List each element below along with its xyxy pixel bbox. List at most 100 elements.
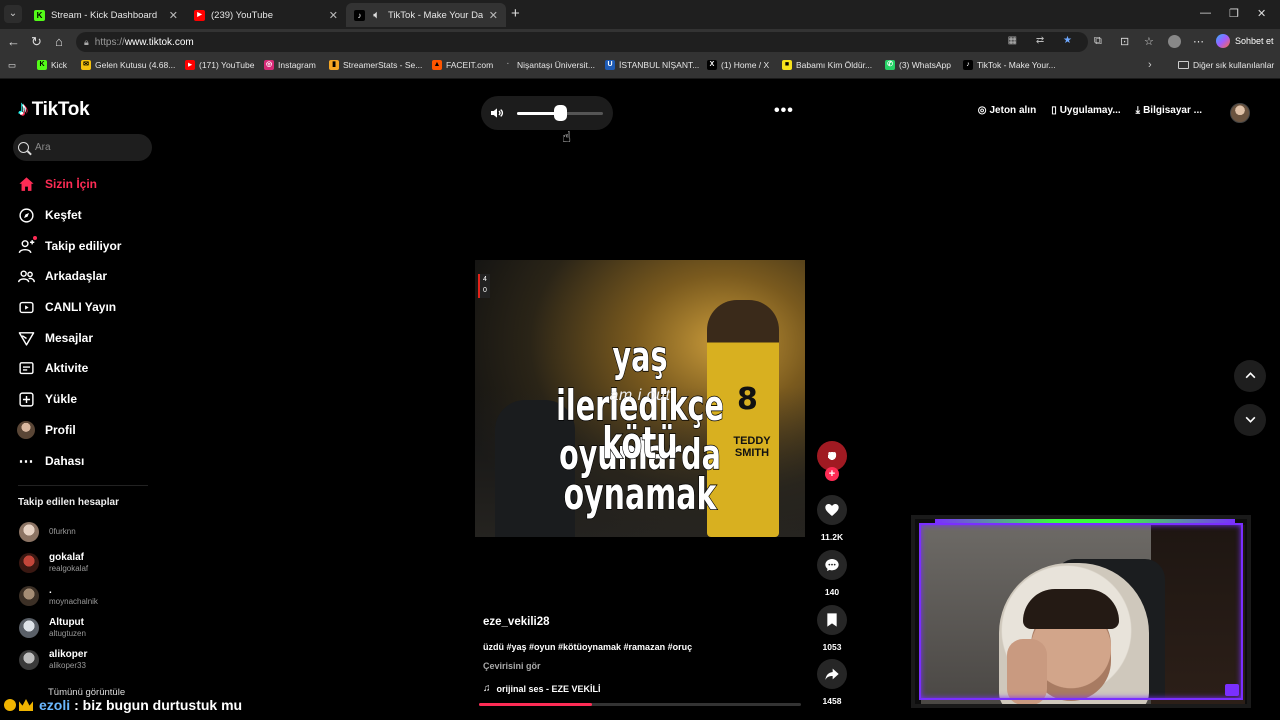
nav-upload[interactable]: Yükle	[17, 388, 77, 410]
address-bar[interactable]: 🔒︎ https://www.tiktok.com ▦ ⇄ ★	[76, 32, 1088, 52]
close-window-icon[interactable]: ✕	[1257, 7, 1266, 20]
bookmark-x[interactable]: X (1) Home / X	[707, 60, 769, 70]
copilot-button[interactable]: Sohbet et	[1216, 34, 1274, 48]
url-host: www.tiktok.com	[124, 36, 194, 48]
previous-video-button[interactable]	[1234, 360, 1266, 392]
bookmark-label: Instagram	[278, 60, 316, 70]
user-avatar[interactable]	[1230, 103, 1250, 123]
tiktok-logo[interactable]: ♪ TikTok	[18, 98, 90, 121]
split-screen-icon[interactable]: ⊡	[1120, 35, 1129, 48]
close-tab-icon[interactable]: ✕	[489, 9, 498, 22]
bookmark-label: TikTok - Make Your...	[977, 60, 1056, 70]
back-icon[interactable]: ←	[7, 34, 20, 50]
nav-explore[interactable]: Keşfet	[17, 204, 82, 226]
nav-profile[interactable]: Profil	[17, 419, 76, 441]
next-video-button[interactable]	[1234, 404, 1266, 436]
university-shield-icon: U	[605, 60, 615, 70]
nav-more[interactable]: ⋯ Dahası	[17, 450, 85, 472]
volume-slider[interactable]	[517, 105, 603, 121]
volume-icon[interactable]	[489, 105, 505, 124]
desktop-app-button[interactable]: ⤓ Bilgisayar ...	[1136, 105, 1202, 116]
tab-audio-icon[interactable]: 🔈︎	[371, 10, 382, 21]
new-tab-plus-icon[interactable]: +	[511, 6, 520, 22]
search-box[interactable]	[13, 134, 152, 161]
refresh-icon[interactable]: ↻	[31, 34, 42, 50]
following-icon	[17, 237, 35, 255]
bookmark-nisantasi[interactable]: · Nişantaşı Üniversit...	[503, 60, 595, 70]
comment-icon	[825, 559, 839, 571]
sidebar-toggle-icon[interactable]: ▭	[8, 60, 16, 71]
bookmarks-bar: ▭ K Kick ✉ Gelen Kutusu (4.68... ▶ (171) Yo…	[0, 55, 1280, 79]
search-icon[interactable]	[18, 142, 29, 153]
video-sound[interactable]: ♫ orijinal ses - EZE VEKİLİ	[483, 683, 601, 694]
address-bar-icons[interactable]: ▦ ⇄ ★	[1008, 35, 1080, 46]
settings-more-icon[interactable]: ⋯	[1193, 35, 1204, 48]
video-author[interactable]: eze_vekili28	[483, 616, 550, 628]
more-options-icon[interactable]: •••	[774, 102, 794, 120]
top-actions: ◎ Jeton alın ▯ Uygulamay... ⤓ Bilgisayar ..…	[963, 105, 1202, 116]
share-button[interactable]	[817, 659, 847, 689]
favorites-icon[interactable]: ☆	[1144, 35, 1154, 48]
get-app-button[interactable]: ▯ Uygulamay...	[1051, 105, 1120, 116]
chat-username: ezoli	[39, 697, 71, 713]
logo-text: TikTok	[31, 98, 90, 120]
bookmark-site-icon: ■	[782, 60, 792, 70]
copilot-icon	[1216, 34, 1230, 48]
bookmarks-overflow-chevron-icon[interactable]: ›	[1148, 59, 1152, 71]
avatar	[19, 553, 39, 573]
account-name: alikoper	[49, 649, 88, 660]
restore-icon[interactable]: ❐	[1229, 7, 1239, 20]
following-account[interactable]: gokalaf realgokalaf	[19, 549, 88, 577]
bookmark-instagram[interactable]: ◎ Instagram	[264, 60, 316, 70]
following-account[interactable]: 0furknn	[19, 518, 76, 546]
like-button[interactable]	[817, 495, 847, 525]
volume-knob[interactable]	[554, 105, 567, 121]
bookmark-tiktok[interactable]: ♪ TikTok - Make Your...	[963, 60, 1056, 70]
nav-label: Dahası	[45, 454, 85, 468]
bookmark-istanbul-nisantasi[interactable]: U İSTANBUL NİŞANT...	[605, 60, 699, 70]
tab-youtube[interactable]: ▶ (239) YouTube ✕	[186, 3, 346, 27]
nav-messages[interactable]: Mesajlar	[17, 327, 93, 349]
bookmark-whatsapp[interactable]: ✆ (3) WhatsApp	[885, 60, 951, 70]
minimize-icon[interactable]: —	[1200, 7, 1211, 19]
bookmark-kick[interactable]: K Kick	[37, 60, 67, 70]
bookmark-faceit[interactable]: ▲ FACEIT.com	[432, 60, 493, 70]
other-bookmarks-folder[interactable]: Diğer sık kullanılanlar	[1178, 60, 1274, 70]
follow-plus-icon[interactable]: +	[825, 467, 839, 481]
video-progress-bar[interactable]	[479, 703, 801, 706]
home-icon[interactable]: ⌂	[55, 34, 63, 50]
following-account[interactable]: alikoper alikoper33	[19, 646, 87, 674]
save-button[interactable]	[817, 605, 847, 635]
account-handle: 0furknn	[49, 527, 76, 536]
nav-friends[interactable]: Arkadaşlar	[17, 265, 107, 287]
comment-button[interactable]	[817, 550, 847, 580]
tab-list-chevron-icon[interactable]: ⌄	[4, 5, 22, 23]
account-handle: alikoper33	[49, 661, 86, 670]
get-coins-button[interactable]: ◎ Jeton alın	[978, 105, 1036, 116]
nav-for-you[interactable]: Sizin İçin	[17, 173, 97, 195]
site-info-icon[interactable]: 🔒︎	[84, 37, 89, 48]
save-count: 1053	[822, 642, 842, 652]
tab-title: (239) YouTube	[211, 9, 273, 21]
profile-icon[interactable]	[1168, 35, 1181, 48]
bookmark-gmail[interactable]: ✉ Gelen Kutusu (4.68...	[81, 60, 175, 70]
following-account[interactable]: . moynachalnik	[19, 582, 98, 610]
nav-live[interactable]: CANLI Yayın	[17, 296, 116, 318]
bookmark-youtube[interactable]: ▶ (171) YouTube	[185, 60, 254, 70]
bookmark-babami[interactable]: ■ Babamı Kim Öldür...	[782, 60, 872, 70]
following-account[interactable]: Altuput altugtuzen	[19, 614, 86, 642]
video-caption-subtitle: am i out	[609, 387, 671, 404]
see-translation-link[interactable]: Çevirisini gör	[483, 661, 541, 671]
nav-activity[interactable]: Aktivite	[17, 357, 88, 379]
bookmark-streamerstats[interactable]: ▮ StreamerStats - Se...	[329, 60, 422, 70]
video-player[interactable]: 8 TEDDY SMITH 40 yaş ilerledikçe oyunlar…	[475, 260, 805, 537]
close-tab-icon[interactable]: ✕	[169, 9, 178, 22]
search-input[interactable]	[35, 142, 135, 153]
extensions-icon[interactable]: ⧉	[1094, 35, 1102, 48]
tab-tiktok[interactable]: ♪ 🔈︎ TikTok - Make Your Day ✕	[346, 3, 506, 27]
account-handle: altugtuzen	[49, 629, 86, 638]
close-tab-icon[interactable]: ✕	[329, 9, 338, 22]
nav-following[interactable]: Takip ediliyor	[17, 235, 121, 257]
favorite-star-icon[interactable]: ★	[1063, 35, 1080, 46]
tab-kick-dashboard[interactable]: K Stream - Kick Dashboard ✕	[26, 3, 186, 27]
